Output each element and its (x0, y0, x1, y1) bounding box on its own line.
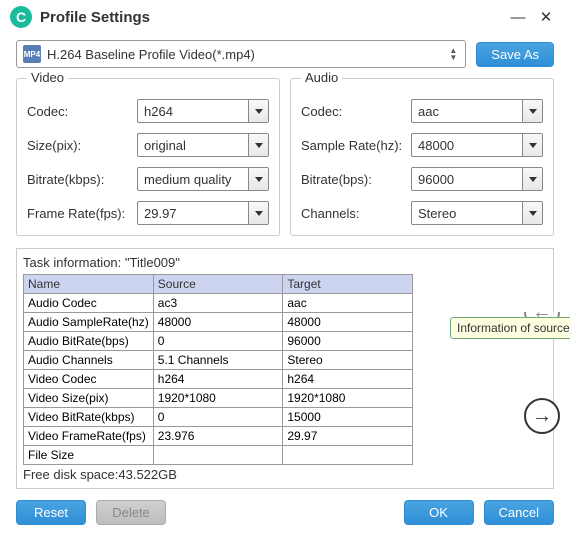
cell-target: 96000 (283, 332, 413, 351)
video-codec-select[interactable]: h264 (137, 99, 269, 123)
ok-button[interactable]: OK (404, 500, 474, 525)
minimize-button[interactable]: — (504, 9, 532, 26)
task-title: Task information: "Title009" (23, 255, 547, 270)
video-codec-value: h264 (138, 100, 248, 122)
cell-target: 29.97 (283, 427, 413, 446)
cell-source: 0 (153, 332, 283, 351)
audio-group: Audio Codec: aac Sample Rate(hz): 48000 … (290, 78, 554, 236)
audio-codec-value: aac (412, 100, 522, 122)
profile-row: MP4 H.264 Baseline Profile Video(*.mp4) … (0, 34, 570, 78)
cell-source: 0 (153, 408, 283, 427)
table-row: Audio Codecac3aac (24, 294, 413, 313)
cell-target: Stereo (283, 351, 413, 370)
video-bitrate-select[interactable]: medium quality (137, 167, 269, 191)
audio-codec-select[interactable]: aac (411, 99, 543, 123)
cell-target: 48000 (283, 313, 413, 332)
chevron-down-icon[interactable] (248, 134, 268, 156)
audio-channels-label: Channels: (301, 206, 411, 221)
chevron-down-icon[interactable] (248, 202, 268, 224)
close-button[interactable]: ✕ (532, 8, 560, 26)
cell-source: 1920*1080 (153, 389, 283, 408)
col-source: Source (153, 275, 283, 294)
cell-target: 15000 (283, 408, 413, 427)
chevron-down-icon[interactable] (522, 134, 542, 156)
cell-name: Audio SampleRate(hz) (24, 313, 154, 332)
cell-name: Audio BitRate(bps) (24, 332, 154, 351)
titlebar: C Profile Settings — ✕ (0, 0, 570, 34)
free-disk-space: Free disk space:43.522GB (23, 467, 547, 482)
chevron-down-icon[interactable] (522, 168, 542, 190)
task-table: Name Source Target Audio Codecac3aacAudi… (23, 274, 413, 465)
cell-name: Audio Codec (24, 294, 154, 313)
cell-name: Audio Channels (24, 351, 154, 370)
cell-source: h264 (153, 370, 283, 389)
table-row: Audio Channels5.1 ChannelsStereo (24, 351, 413, 370)
mp4-icon: MP4 (23, 45, 41, 63)
cell-name: Video FrameRate(fps) (24, 427, 154, 446)
audio-legend: Audio (301, 70, 342, 85)
window-title: Profile Settings (40, 9, 504, 26)
table-row: Video FrameRate(fps)23.97629.97 (24, 427, 413, 446)
table-row: Video Size(pix)1920*10801920*1080 (24, 389, 413, 408)
table-row: Audio BitRate(bps)096000 (24, 332, 413, 351)
nav-next-button[interactable]: → (524, 398, 560, 434)
task-info-box: Task information: "Title009" Name Source… (16, 248, 554, 489)
audio-samplerate-label: Sample Rate(hz): (301, 138, 411, 153)
profile-text: H.264 Baseline Profile Video(*.mp4) (47, 47, 445, 62)
table-row: Audio SampleRate(hz)4800048000 (24, 313, 413, 332)
audio-samplerate-select[interactable]: 48000 (411, 133, 543, 157)
cancel-button[interactable]: Cancel (484, 500, 554, 525)
audio-samplerate-value: 48000 (412, 134, 522, 156)
footer: Reset Delete OK Cancel (0, 500, 570, 525)
reset-button[interactable]: Reset (16, 500, 86, 525)
cell-name: Video BitRate(kbps) (24, 408, 154, 427)
audio-bitrate-select[interactable]: 96000 (411, 167, 543, 191)
audio-channels-value: Stereo (412, 202, 522, 224)
video-framerate-value: 29.97 (138, 202, 248, 224)
video-legend: Video (27, 70, 68, 85)
chevron-down-icon[interactable] (248, 168, 268, 190)
audio-channels-select[interactable]: Stereo (411, 201, 543, 225)
chevron-down-icon[interactable] (522, 202, 542, 224)
cell-target: 1920*1080 (283, 389, 413, 408)
audio-codec-label: Codec: (301, 104, 411, 119)
video-framerate-label: Frame Rate(fps): (27, 206, 137, 221)
video-size-value: original (138, 134, 248, 156)
audio-bitrate-value: 96000 (412, 168, 522, 190)
video-size-label: Size(pix): (27, 138, 137, 153)
video-bitrate-value: medium quality (138, 168, 248, 190)
chevron-down-icon[interactable] (248, 100, 268, 122)
video-size-select[interactable]: original (137, 133, 269, 157)
cell-source: 48000 (153, 313, 283, 332)
video-group: Video Codec: h264 Size(pix): original Bi… (16, 78, 280, 236)
cell-source: ac3 (153, 294, 283, 313)
table-row: File Size (24, 446, 413, 465)
spinner-icon[interactable]: ▲▼ (445, 47, 461, 61)
table-row: Video BitRate(kbps)015000 (24, 408, 413, 427)
video-bitrate-label: Bitrate(kbps): (27, 172, 137, 187)
col-name: Name (24, 275, 154, 294)
audio-bitrate-label: Bitrate(bps): (301, 172, 411, 187)
video-framerate-select[interactable]: 29.97 (137, 201, 269, 225)
cell-target: aac (283, 294, 413, 313)
col-target: Target (283, 275, 413, 294)
video-codec-label: Codec: (27, 104, 137, 119)
cell-source (153, 446, 283, 465)
save-as-button[interactable]: Save As (476, 42, 554, 67)
chevron-down-icon[interactable] (522, 100, 542, 122)
cell-name: Video Codec (24, 370, 154, 389)
app-logo-icon: C (10, 6, 32, 28)
source-info-tooltip: Information of source (450, 317, 570, 339)
cell-source: 5.1 Channels (153, 351, 283, 370)
cell-target: h264 (283, 370, 413, 389)
table-row: Video Codech264h264 (24, 370, 413, 389)
cell-source: 23.976 (153, 427, 283, 446)
cell-target (283, 446, 413, 465)
profile-select[interactable]: MP4 H.264 Baseline Profile Video(*.mp4) … (16, 40, 466, 68)
cell-name: Video Size(pix) (24, 389, 154, 408)
cell-name: File Size (24, 446, 154, 465)
delete-button[interactable]: Delete (96, 500, 166, 525)
arrow-right-icon: → (532, 405, 552, 428)
